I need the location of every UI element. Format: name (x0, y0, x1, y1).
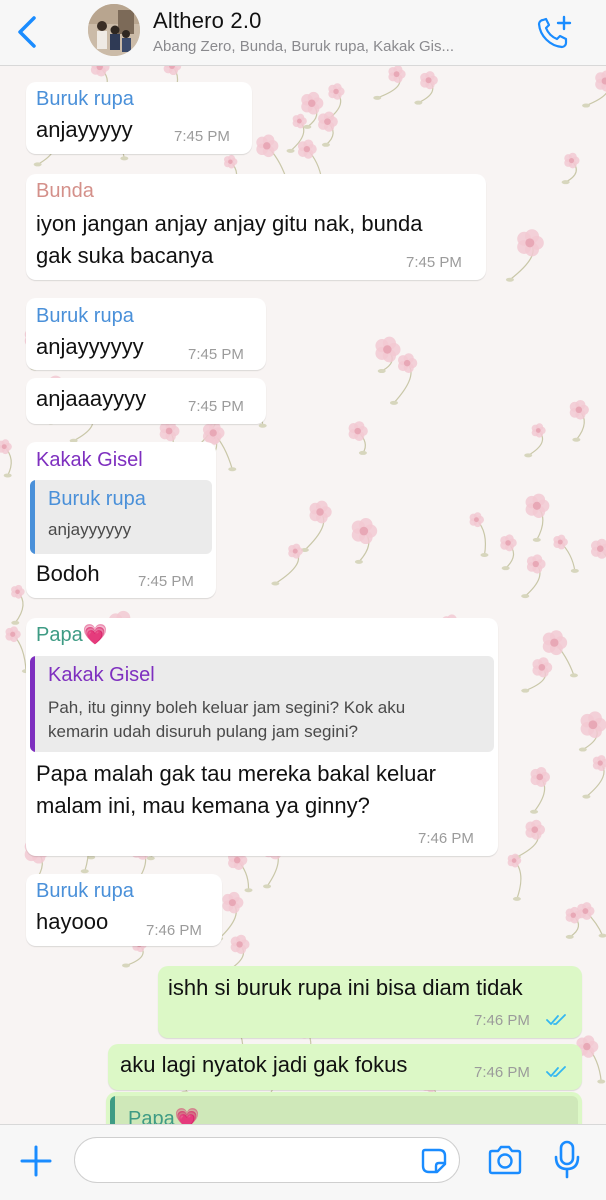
message-bubble[interactable]: Buruk rupa anjayyyyy 7:45 PM (26, 82, 252, 154)
sender-name: Kakak Gisel (36, 449, 143, 471)
message-bubble[interactable]: Buruk rupa anjayyyyyy 7:45 PM (26, 298, 266, 370)
message-bubble[interactable]: Papa💗 Kakak Gisel Pah, itu ginny boleh k… (26, 618, 498, 856)
message-text: Bodoh (36, 561, 100, 586)
quoted-sender: Buruk rupa (48, 488, 146, 510)
chat-header: Althero 2.0 Abang Zero, Bunda, Buruk rup… (0, 0, 606, 66)
quoted-text-line: kemarin udah disuruh pulang jam segini? (48, 722, 358, 741)
message-bubble[interactable]: anjaaayyyy 7:45 PM (26, 378, 266, 424)
group-members-subtitle[interactable]: Abang Zero, Bunda, Buruk rupa, Kakak Gis… (153, 38, 523, 55)
quoted-sender: Kakak Gisel (48, 664, 155, 686)
message-time: 7:45 PM (138, 573, 194, 590)
message-time: 7:46 PM (146, 922, 202, 939)
message-text-line: iyon jangan anjay anjay gitu nak, bunda (36, 211, 423, 236)
quoted-text-line: Pah, itu ginny boleh keluar jam segini? … (48, 698, 406, 717)
quoted-message[interactable]: Papa💗 (110, 1096, 578, 1124)
composer-bar (0, 1124, 606, 1200)
read-ticks-icon (546, 1014, 566, 1025)
message-text: anjaaayyyy (36, 386, 147, 411)
message-bubble[interactable]: Buruk rupa hayooo 7:46 PM (26, 874, 222, 946)
quoted-message[interactable]: Buruk rupa anjayyyyyy (30, 480, 212, 554)
message-text-line: Papa malah gak tau mereka bakal keluar (36, 761, 436, 786)
outgoing-message-bubble[interactable]: aku lagi nyatok jadi gak fokus 7:46 PM (108, 1044, 582, 1090)
read-ticks-icon (546, 1066, 566, 1077)
message-time: 7:45 PM (188, 398, 244, 415)
quoted-message[interactable]: Kakak Gisel Pah, itu ginny boleh keluar … (30, 656, 494, 752)
message-list[interactable]: Buruk rupa anjayyyyy 7:45 PM Bunda iyon … (0, 66, 606, 1124)
add-call-icon[interactable] (536, 14, 576, 50)
message-text-line: malam ini, mau kemana ya ginny? (36, 793, 370, 818)
sender-name: Buruk rupa (36, 305, 134, 327)
quote-bar (30, 656, 35, 752)
outgoing-message-bubble[interactable]: ishh si buruk rupa ini bisa diam tidak 7… (158, 966, 582, 1038)
outgoing-message-bubble[interactable]: Papa💗 (106, 1092, 582, 1124)
message-text: anjayyyyy (36, 117, 133, 142)
sender-name: Buruk rupa (36, 88, 134, 110)
microphone-icon[interactable] (552, 1139, 582, 1181)
sticker-icon[interactable] (420, 1147, 448, 1175)
message-text-line: gak suka bacanya (36, 243, 214, 268)
message-time: 7:46 PM (418, 830, 474, 847)
message-input[interactable] (74, 1137, 460, 1183)
message-text: ishh si buruk rupa ini bisa diam tidak (168, 975, 523, 1000)
quote-bar (30, 480, 35, 554)
group-avatar[interactable] (88, 4, 140, 56)
message-bubble[interactable]: Kakak Gisel Buruk rupa anjayyyyyy Bodoh … (26, 442, 216, 598)
quoted-text: anjayyyyyy (48, 520, 132, 539)
sender-name: Bunda (36, 180, 94, 202)
message-text: hayooo (36, 909, 109, 934)
message-time: 7:45 PM (174, 128, 230, 145)
message-time: 7:46 PM (474, 1012, 530, 1029)
quoted-sender: Papa💗 (128, 1108, 200, 1124)
chevron-left-icon[interactable] (14, 14, 44, 50)
sender-name: Buruk rupa (36, 880, 134, 902)
camera-icon[interactable] (486, 1143, 524, 1179)
sender-name: Papa💗 (36, 624, 108, 646)
message-time: 7:45 PM (406, 254, 462, 271)
quote-bar (110, 1096, 115, 1124)
message-text: anjayyyyyy (36, 334, 144, 359)
message-time: 7:45 PM (188, 346, 244, 363)
chat-title[interactable]: Althero 2.0 (153, 8, 262, 34)
message-bubble[interactable]: Bunda iyon jangan anjay anjay gitu nak, … (26, 174, 486, 280)
message-time: 7:46 PM (474, 1064, 530, 1081)
message-text: aku lagi nyatok jadi gak fokus (120, 1052, 408, 1077)
plus-icon[interactable] (18, 1143, 54, 1179)
